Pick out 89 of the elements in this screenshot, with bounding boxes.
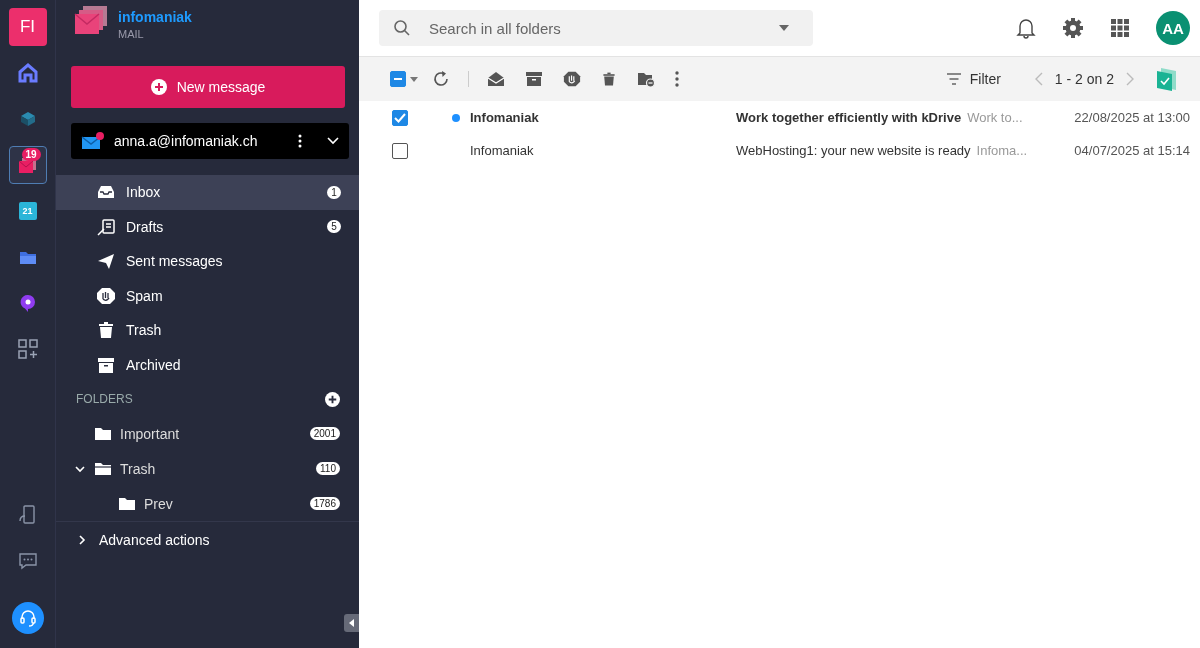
chevron-down-icon[interactable] xyxy=(327,137,339,145)
speech-bubble-icon xyxy=(17,551,38,571)
hand-icon[interactable] xyxy=(563,70,581,88)
brand-name: infomaniak xyxy=(118,9,192,25)
refresh-icon[interactable] xyxy=(432,70,450,88)
search-input[interactable]: Search in all folders xyxy=(427,18,763,38)
pagination-label: 1 - 2 on 2 xyxy=(1054,71,1114,87)
folder-icon xyxy=(94,426,112,441)
paper-plane-icon xyxy=(96,252,116,271)
message-sender: Infomaniak xyxy=(470,110,540,125)
plus-circle-icon xyxy=(150,79,167,95)
headset-icon xyxy=(17,608,38,628)
mailbox-label: Drafts xyxy=(126,218,165,235)
notifications-icon[interactable] xyxy=(1016,17,1036,39)
message-count: 110 xyxy=(316,462,340,475)
mailbox-item[interactable]: Spam xyxy=(56,278,359,313)
trash-icon xyxy=(96,321,116,340)
dropdown-caret-icon[interactable] xyxy=(410,76,418,82)
hand-icon xyxy=(96,286,116,305)
mailbox-label: Archived xyxy=(126,356,182,373)
advanced-actions-label: Advanced actions xyxy=(99,531,210,548)
message-preview: Infoma... xyxy=(976,143,1029,158)
triangle-left-icon xyxy=(348,619,355,627)
mailbox-label: Inbox xyxy=(126,184,162,201)
support-button[interactable] xyxy=(11,602,44,634)
message-subject: WebHosting1: your new website is ready xyxy=(736,143,971,158)
message-date: 22/08/2025 at 13:00 xyxy=(1074,110,1190,125)
organization-button[interactable]: FI xyxy=(8,8,47,46)
mailbox-label: Sent messages xyxy=(126,253,224,270)
mailbox-item[interactable]: Archived xyxy=(56,347,359,382)
mailbox-item[interactable]: Trash xyxy=(56,313,359,348)
folder-label: Trash xyxy=(120,460,157,477)
envelope-icon xyxy=(81,132,105,150)
message-subject: Work together efficiently with kDrive xyxy=(736,110,962,125)
trash-icon[interactable] xyxy=(601,70,617,88)
message-date: 04/07/2025 at 15:14 xyxy=(1074,143,1190,158)
folder-label: Important xyxy=(120,425,181,442)
message-preview: Work to... xyxy=(967,110,1024,125)
mailbox-label: Spam xyxy=(126,287,164,304)
folder-item[interactable]: Trash 110 xyxy=(56,451,359,486)
mail-app-button[interactable]: 19 xyxy=(8,146,47,184)
archive-box-icon xyxy=(96,355,116,374)
row-checkbox[interactable] xyxy=(392,142,408,159)
archive-box-icon[interactable] xyxy=(525,71,543,87)
filter-button[interactable]: Filter xyxy=(945,71,1001,87)
account-selector[interactable]: anna.a@infomaniak.ch xyxy=(71,123,349,159)
unread-count: 1 xyxy=(327,185,341,199)
search-icon xyxy=(393,19,411,37)
search-field[interactable]: Search in all folders xyxy=(379,10,813,46)
advanced-actions-toggle[interactable]: Advanced actions xyxy=(56,521,359,557)
folder-icon xyxy=(118,496,136,511)
row-checkbox[interactable] xyxy=(392,109,408,126)
product-name: MAIL xyxy=(118,28,145,40)
apps-grid-icon[interactable] xyxy=(1110,18,1130,38)
filter-icon xyxy=(945,73,962,85)
mailbox-item[interactable]: Sent messages xyxy=(56,244,359,279)
unread-count: 5 xyxy=(327,220,341,234)
mailbox-label: Trash xyxy=(126,322,163,339)
more-icon[interactable] xyxy=(298,134,302,148)
folder-item[interactable]: Prev 1786 xyxy=(56,486,359,521)
message-count: 1786 xyxy=(309,497,340,510)
message-row[interactable]: Infomaniak Work together efficiently with kDrive Work to... 22/08/2025 at 13:00 xyxy=(359,101,1200,134)
settings-icon[interactable] xyxy=(1062,17,1084,39)
mailbox-item[interactable]: Inbox 1 xyxy=(56,175,359,210)
message-sender: Infomaniak xyxy=(470,143,535,158)
user-avatar[interactable]: AA xyxy=(1156,11,1190,45)
folder-item[interactable]: Important 2001 xyxy=(56,416,359,451)
home-icon xyxy=(16,62,39,84)
message-count: 2001 xyxy=(309,427,340,440)
folder-icon xyxy=(94,461,112,476)
calendar-icon: 21 xyxy=(18,202,37,220)
mailbox-item[interactable]: Drafts 5 xyxy=(56,209,359,244)
add-apps-icon xyxy=(16,338,39,360)
folder-label: Prev xyxy=(144,495,174,512)
add-folder-icon[interactable] xyxy=(325,391,340,407)
folders-heading: FOLDERS xyxy=(76,392,133,406)
unread-badge: 19 xyxy=(21,148,41,161)
open-envelope-icon[interactable] xyxy=(487,71,505,87)
pencil-note-icon xyxy=(96,217,116,236)
message-row[interactable]: Infomaniak WebHosting1: your new website is ready Infoma... 04/07/2025 at 15:14 xyxy=(359,134,1200,167)
phone-icon xyxy=(17,504,38,526)
speech-bubble-icon xyxy=(18,293,37,313)
move-folder-icon[interactable] xyxy=(637,71,655,87)
collapse-sidebar-button[interactable] xyxy=(344,614,359,632)
new-message-button[interactable]: New message xyxy=(71,66,345,108)
account-email: anna.a@infomaniak.ch xyxy=(114,133,259,149)
more-icon[interactable] xyxy=(675,71,679,87)
select-all-checkbox[interactable] xyxy=(390,71,406,87)
dropdown-caret-icon[interactable] xyxy=(779,25,789,31)
